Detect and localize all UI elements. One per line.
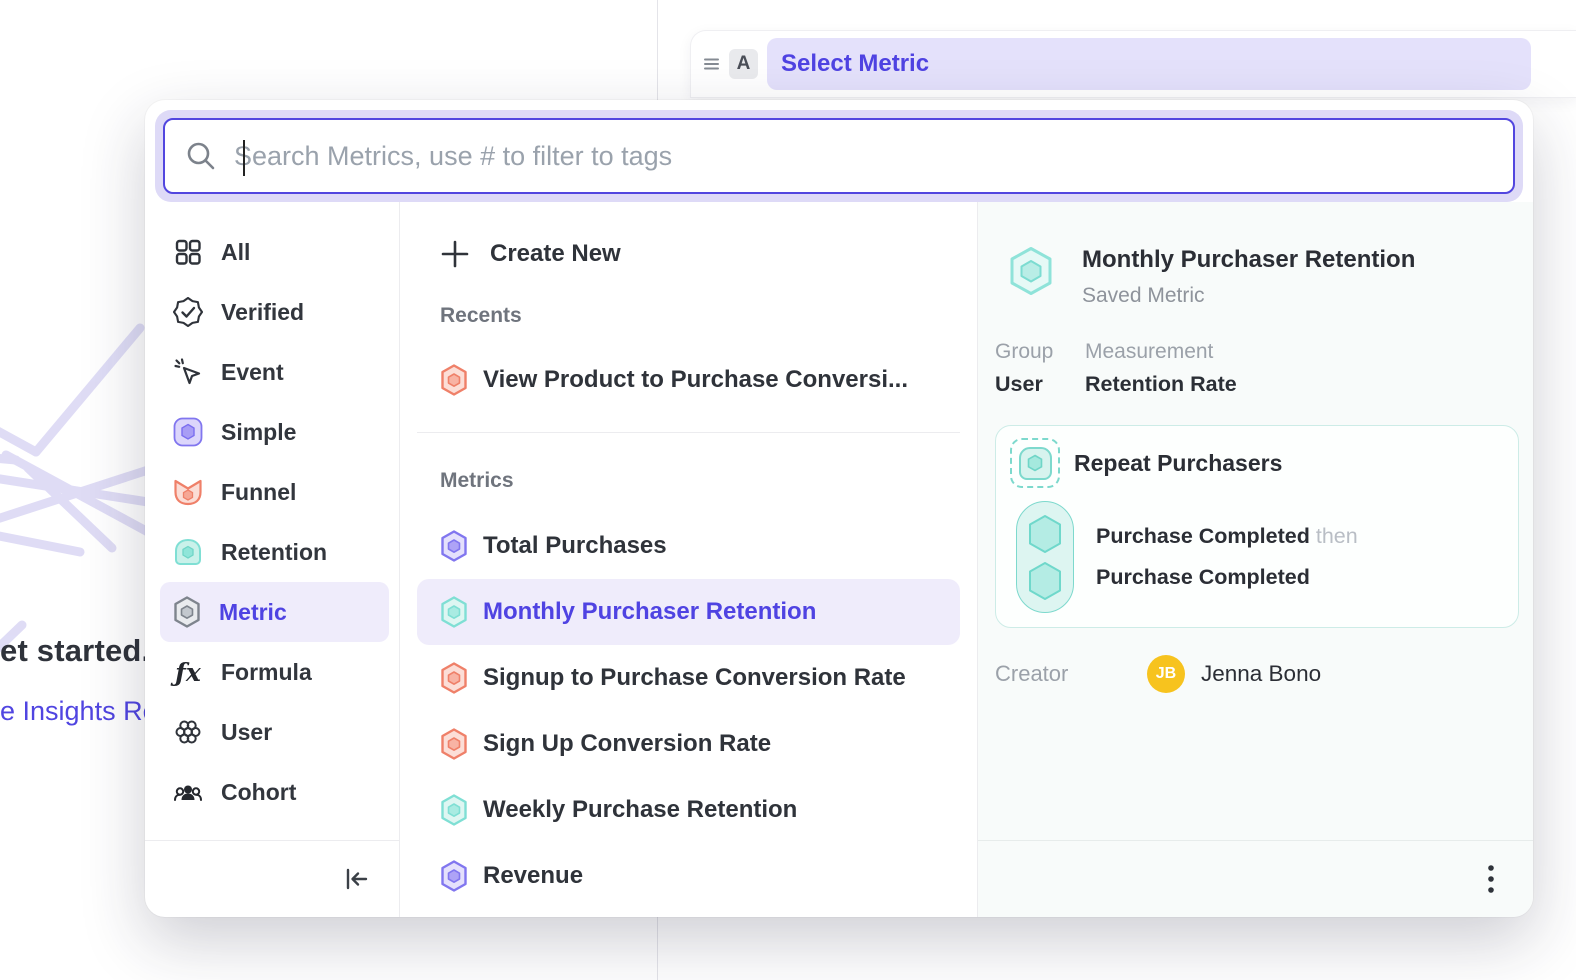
search-input[interactable] [234,141,1493,172]
metric-item-signup-to-purchase-conversion-rate[interactable]: Signup to Purchase Conversion Rate [417,645,960,711]
metric-item-label: Monthly Purchaser Retention [483,598,816,626]
recents-heading: Recents [440,304,960,330]
query-builder-row: A Select Metric [690,30,1576,98]
metric-item-weekly-purchase-retention[interactable]: Weekly Purchase Retention [417,777,960,843]
simple-hexagon-icon [173,417,203,447]
sidebar-item-all[interactable]: All [160,222,389,282]
metric-definition-card: Repeat Purchasers Purchase Completed the… [995,425,1519,628]
detail-subtitle: Saved Metric [1082,284,1415,308]
text-cursor [243,140,245,176]
sidebar-item-label: All [221,239,250,266]
search-icon [185,140,217,172]
metric-item-label: Total Purchases [483,532,667,560]
sidebar-item-label: User [221,719,272,746]
sidebar-item-label: Verified [221,299,304,326]
creator-avatar: JB [1147,655,1185,693]
background-chart-lines [0,320,160,680]
insights-report-link[interactable]: e Insights Re [0,696,158,727]
measurement-label: Measurement [1085,340,1237,364]
drag-handle-icon[interactable] [703,55,721,73]
metric-item-monthly-purchaser-retention[interactable]: Monthly Purchaser Retention [417,579,960,645]
measurement-value: Retention Rate [1085,372,1237,397]
select-metric-label: Select Metric [781,50,929,78]
metric-item-label: Signup to Purchase Conversion Rate [483,664,906,692]
series-letter-badge: A [729,49,758,79]
select-metric-button[interactable]: Select Metric [767,38,1531,90]
metric-item-label: Sign Up Conversion Rate [483,730,771,758]
sidebar-item-simple[interactable]: Simple [160,402,389,462]
sidebar-item-formula[interactable]: ƒx Formula [160,642,389,702]
metric-hexagon-icon [440,596,468,628]
metric-hexagon-icon [440,662,468,694]
sidebar-item-label: Simple [221,419,296,446]
metrics-heading: Metrics [440,469,960,495]
formula-fx-icon: ƒx [173,657,203,687]
metric-hexagon-icon [440,530,468,562]
funnel-steps-capsule [1016,501,1074,613]
sidebar-item-label: Cohort [221,779,296,806]
creator-name: Jenna Bono [1201,661,1321,687]
sidebar-item-label: Funnel [221,479,296,506]
list-divider [417,432,960,433]
sidebar-item-event[interactable]: Event [160,342,389,402]
more-options-icon[interactable] [1487,863,1495,895]
step2-label: Purchase Completed [1096,557,1358,598]
verified-badge-icon [173,297,203,327]
sidebar-item-verified[interactable]: Verified [160,282,389,342]
create-new-button[interactable]: Create New [417,224,960,284]
get-started-text: et started. [0,633,150,669]
group-label: Group [995,340,1085,364]
step1-label: Purchase Completed [1096,524,1310,548]
metric-detail-panel: Monthly Purchaser Retention Saved Metric… [978,202,1533,917]
collapse-sidebar-icon[interactable] [341,865,371,893]
search-halo [155,110,1523,202]
sidebar-item-label: Retention [221,539,327,566]
metric-hexagon-icon [440,794,468,826]
type-filter-sidebar: All Verified Event [145,202,400,917]
sidebar-footer [145,840,399,917]
sidebar-item-cohort[interactable]: Cohort [160,762,389,822]
step-hexagon-icon [1027,514,1063,554]
metric-item-revenue[interactable]: Revenue [417,843,960,909]
definition-name: Repeat Purchasers [1074,450,1282,477]
metric-item-sign-up-conversion-rate[interactable]: Sign Up Conversion Rate [417,711,960,777]
sidebar-item-label: Event [221,359,284,386]
grid-icon [173,237,203,267]
detail-title: Monthly Purchaser Retention [1082,246,1415,274]
plus-icon [440,239,470,269]
sidebar-item-metric[interactable]: Metric [160,582,389,642]
sidebar-item-label: Metric [219,599,287,626]
sidebar-item-user[interactable]: User [160,702,389,762]
metric-item-label: Weekly Purchase Retention [483,796,797,824]
retention-definition-icon [1010,438,1060,488]
search-bar[interactable] [163,118,1515,194]
group-value: User [995,372,1085,397]
metric-list-column: Create New Recents View Product to Purch… [400,202,978,917]
retention-icon [173,537,203,567]
metric-item-label: Revenue [483,862,583,890]
create-new-label: Create New [490,240,621,268]
user-cluster-icon [173,717,203,747]
metric-hexagon-icon [440,728,468,760]
sidebar-item-funnel[interactable]: Funnel [160,462,389,522]
cursor-click-icon [173,357,203,387]
step-connector: then [1316,524,1358,548]
creator-label: Creator [995,661,1147,687]
metric-picker-dialog: All Verified Event [145,100,1533,917]
metric-hexagon-icon [173,596,201,628]
metric-hexagon-icon [440,860,468,892]
metric-item-total-purchases[interactable]: Total Purchases [417,513,960,579]
cohort-people-icon [173,777,203,807]
recent-item[interactable]: View Product to Purchase Conversi... [417,348,960,412]
sidebar-item-label: Formula [221,659,312,686]
step-hexagon-icon [1027,561,1063,601]
funnel-icon [173,477,203,507]
funnel-metric-hexagon-icon [440,364,468,396]
retention-metric-hexagon-icon [1008,246,1054,308]
recent-item-label: View Product to Purchase Conversi... [483,366,908,394]
detail-footer [978,840,1533,917]
sidebar-item-retention[interactable]: Retention [160,522,389,582]
